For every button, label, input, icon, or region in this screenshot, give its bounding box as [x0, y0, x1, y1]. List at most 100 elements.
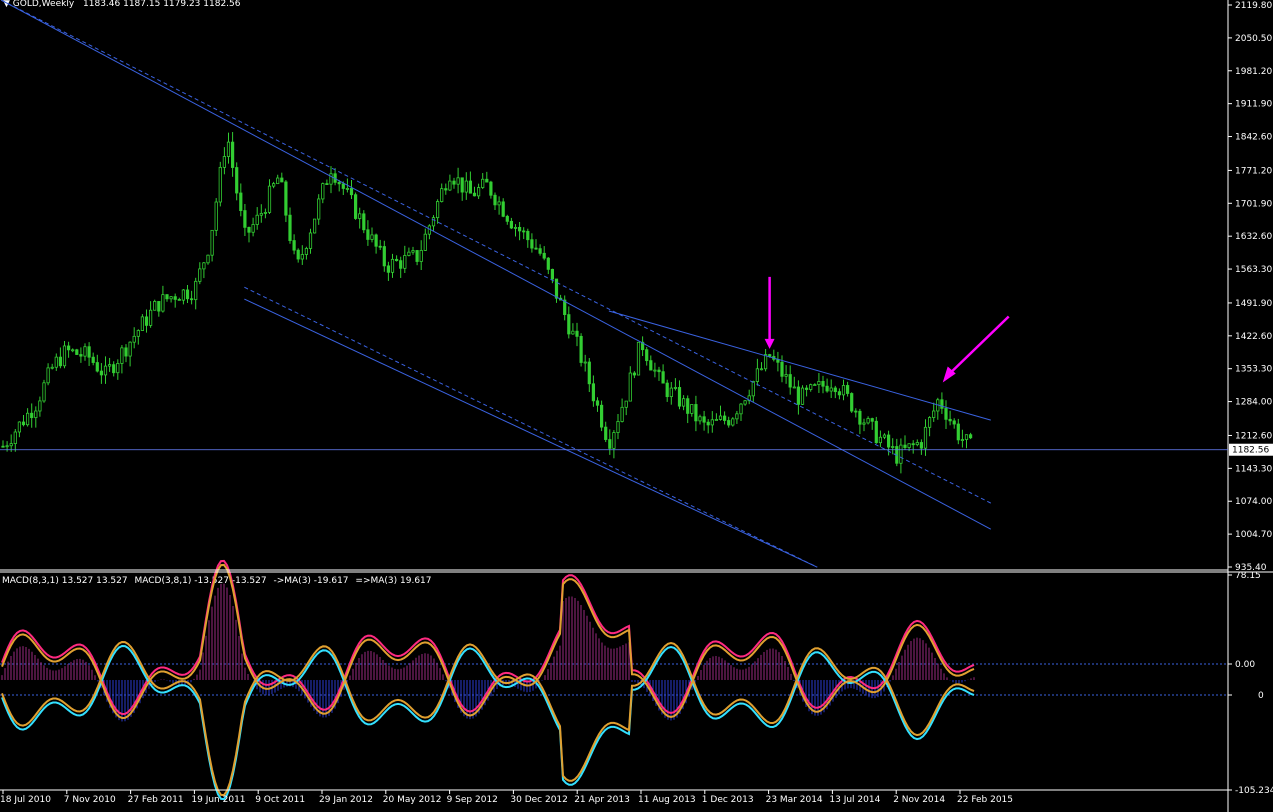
time-tick-label: 22 Feb 2015	[957, 795, 1013, 805]
candle-body	[792, 386, 796, 389]
candle-body	[805, 387, 809, 390]
candle-body	[530, 239, 534, 249]
candle-body	[349, 188, 354, 196]
candle-body	[821, 381, 825, 387]
candle-body	[42, 382, 46, 402]
candle-body	[448, 180, 452, 191]
candle-body	[841, 385, 846, 396]
candle-body	[616, 421, 620, 433]
candle-body	[743, 400, 747, 405]
candle-body	[579, 335, 583, 363]
candle-body	[944, 407, 948, 420]
candle-body	[739, 403, 743, 415]
candle-body	[554, 278, 559, 299]
candle-body	[698, 416, 702, 422]
candle-body	[103, 365, 108, 376]
candle-body	[222, 156, 226, 168]
current-price-label: 1182.56	[1232, 446, 1269, 456]
candle-body	[116, 363, 120, 374]
candle-body	[390, 258, 395, 273]
candle-body	[518, 226, 522, 232]
candle-body	[271, 183, 276, 187]
candle-body	[71, 349, 75, 352]
candle-body	[444, 188, 448, 191]
candle-body	[173, 296, 177, 300]
candle-body	[513, 226, 518, 229]
candle-body	[456, 177, 460, 185]
candle-body	[38, 400, 42, 412]
chart-canvas[interactable]: 2119.80 2050.50 1981.20 1911.90 1842.60 1771.…	[0, 0, 1273, 812]
candle-body	[165, 294, 169, 300]
candle-body	[571, 330, 575, 335]
candle-body	[34, 410, 38, 419]
candle-body	[157, 301, 161, 312]
candle-body	[911, 443, 915, 446]
macd-tick-label: 78.15	[1235, 571, 1261, 581]
candle-body	[948, 418, 952, 422]
candle-body	[399, 260, 403, 269]
candle-body	[1, 445, 5, 448]
candle-body	[509, 220, 514, 229]
candle-body	[903, 444, 907, 448]
candle-body	[366, 229, 370, 240]
candle-body	[202, 262, 206, 270]
candle-body	[969, 434, 973, 439]
candle-body	[91, 356, 95, 363]
candle-body	[862, 422, 866, 425]
candle-body	[755, 368, 760, 382]
price-tick-label: 1422.60	[1235, 332, 1272, 342]
candle-body	[263, 212, 268, 214]
candle-body	[485, 178, 489, 183]
candle-body	[329, 173, 333, 185]
candle-body	[230, 141, 235, 168]
candle-body	[99, 370, 103, 376]
candle-body	[189, 298, 194, 301]
candle-body	[153, 301, 157, 311]
candle-body	[87, 346, 91, 358]
candle-body	[870, 418, 874, 422]
candle-body	[645, 349, 649, 362]
candle-body	[325, 183, 329, 186]
candle-body	[9, 443, 13, 447]
time-tick-label: 9 Oct 2011	[255, 795, 305, 805]
price-tick-label: 1701.90	[1235, 199, 1272, 209]
candle-body	[460, 177, 464, 193]
arrows-group	[764, 276, 1010, 383]
candle-body	[583, 361, 587, 364]
price-tick-label: 1212.60	[1235, 431, 1272, 441]
time-tick-label: 9 Sep 2012	[447, 795, 498, 805]
candle-body	[300, 254, 304, 260]
candle-body	[46, 367, 50, 384]
candle-body	[653, 369, 657, 372]
candle-body	[759, 368, 764, 371]
candle-body	[337, 181, 341, 185]
candle-body	[185, 289, 190, 300]
candle-body	[891, 446, 895, 448]
candle-body	[489, 181, 493, 196]
candle-body	[214, 201, 218, 231]
candle-body	[312, 218, 317, 234]
time-tick-label: 21 Apr 2013	[574, 795, 630, 805]
candle-body	[796, 386, 801, 405]
candle-body	[468, 180, 473, 194]
candle-body	[140, 316, 144, 331]
candle-body	[960, 439, 965, 441]
candle-body	[296, 249, 300, 260]
candle-body	[751, 381, 755, 397]
candle-body	[952, 420, 956, 425]
candle-body	[964, 434, 969, 440]
candle-body	[501, 201, 505, 217]
candle-body	[718, 415, 723, 420]
candle-body	[452, 180, 456, 185]
candle-body	[341, 183, 345, 189]
candle-body	[542, 252, 546, 259]
candle-body	[75, 349, 79, 355]
candle-body	[128, 341, 132, 357]
candle-body	[210, 229, 214, 256]
candle-body	[833, 387, 837, 393]
candle-body	[120, 347, 124, 364]
candle-body	[608, 439, 612, 449]
candle-body	[394, 258, 399, 262]
price-tick-label: 1981.20	[1235, 67, 1272, 77]
candle-body	[604, 426, 608, 440]
